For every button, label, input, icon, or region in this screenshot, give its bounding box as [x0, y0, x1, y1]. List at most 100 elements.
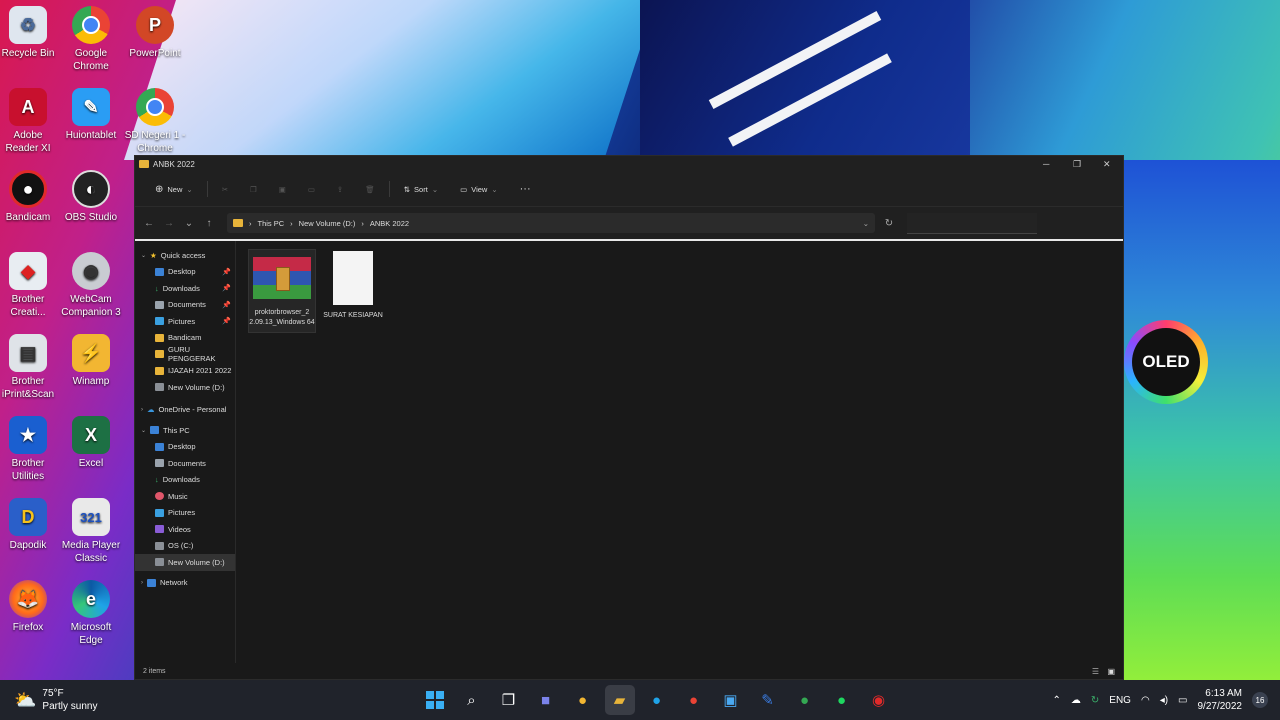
share-button[interactable]: ⇪	[329, 185, 351, 194]
nav-pc-pictures[interactable]: Pictures	[135, 505, 235, 522]
task-view-button[interactable]: ❐	[494, 685, 524, 715]
oled-badge: OLED	[1124, 320, 1208, 404]
desktop-icon-dapodik[interactable]: D Dapodik	[0, 498, 60, 552]
nav-pc-desktop[interactable]: Desktop	[135, 439, 235, 456]
minimize-icon[interactable]: ─	[1043, 159, 1049, 169]
nav-item-ijazah[interactable]: IJAZAH 2021 2022	[135, 363, 235, 380]
back-arrow-icon[interactable]: ←	[139, 218, 159, 229]
restore-icon[interactable]: ❐	[1073, 159, 1081, 170]
nav-item-new-volume[interactable]: New Volume (D:)	[135, 379, 235, 396]
show-hidden-icons-chevron-icon[interactable]: ⌃	[1053, 695, 1061, 706]
nav-pc-documents[interactable]: Documents	[135, 455, 235, 472]
nav-pc-music[interactable]: Music	[135, 488, 235, 505]
refresh-icon[interactable]: ↻	[879, 218, 899, 229]
desktop-icon-adobe-reader[interactable]: A Adobe Reader XI	[0, 88, 60, 155]
notification-badge[interactable]: 16	[1252, 692, 1268, 708]
details-view-icon[interactable]: ☰	[1092, 667, 1099, 676]
taskbar-chrome[interactable]: ●	[679, 685, 709, 715]
address-bar[interactable]: › This PC › New Volume (D:) › ANBK 2022 …	[227, 213, 875, 233]
onedrive-tray-icon[interactable]: ☁	[1071, 695, 1081, 706]
view-button[interactable]: ▭ View ⌄	[452, 185, 506, 194]
taskbar-store[interactable]: ▣	[716, 685, 746, 715]
large-icons-view-icon[interactable]: ▣	[1107, 667, 1115, 676]
cut-button[interactable]: ✂	[214, 185, 236, 194]
recent-locations-chevron-icon[interactable]: ⌄	[179, 218, 199, 229]
start-button[interactable]	[420, 685, 450, 715]
breadcrumb-this-pc[interactable]: This PC	[258, 219, 285, 228]
taskbar-file-explorer[interactable]: ▰	[604, 685, 635, 715]
battery-icon[interactable]: ▭	[1178, 695, 1187, 706]
nav-item-bandicam[interactable]: Bandicam	[135, 330, 235, 347]
nav-item-desktop[interactable]: Desktop 📌	[135, 264, 235, 281]
desktop-icon-chrome[interactable]: Google Chrome	[59, 6, 123, 73]
adobe-reader-icon: A	[9, 88, 47, 126]
desktop-icon-obs[interactable]: ◐ OBS Studio	[59, 170, 123, 224]
desktop-icon-webcam[interactable]: ◉ WebCam Companion 3	[59, 252, 123, 319]
desktop-icon	[155, 442, 164, 451]
store-icon: ▣	[723, 692, 738, 709]
language-indicator[interactable]: ENG	[1109, 695, 1131, 706]
taskbar-chrome-profile[interactable]: ●	[790, 685, 820, 715]
chat-button[interactable]: ■	[531, 685, 561, 715]
taskbar-bandicam[interactable]: ◉	[864, 685, 894, 715]
search-box[interactable]	[907, 212, 1037, 234]
nav-item-documents[interactable]: Documents 📌	[135, 297, 235, 314]
desktop-icon-firefox[interactable]: 🦊 Firefox	[0, 580, 60, 634]
nav-pc-new-volume[interactable]: New Volume (D:)	[135, 554, 235, 571]
taskbar-chrome-canary[interactable]: ●	[568, 685, 598, 715]
volume-icon[interactable]: ◂)	[1160, 695, 1168, 706]
desktop-icon-winamp[interactable]: ⚡ Winamp	[59, 334, 123, 388]
nav-item-pictures[interactable]: Pictures 📌	[135, 313, 235, 330]
desktop-icon-brother-utilities[interactable]: ★ Brother Utilities	[0, 416, 60, 483]
desktop-icon-huion[interactable]: ✎ Huiontablet	[59, 88, 123, 142]
desktop-icon-recycle-bin[interactable]: ♻ Recycle Bin	[0, 6, 60, 60]
forward-arrow-icon[interactable]: →	[159, 218, 179, 229]
nav-item-guru-penggerak[interactable]: GURU PENGGERAK	[135, 345, 235, 363]
taskbar-pen-app[interactable]: ✎	[753, 685, 783, 715]
desktop-icon-excel[interactable]: X Excel	[59, 416, 123, 470]
search-button[interactable]: ⌕	[457, 685, 487, 715]
up-arrow-icon[interactable]: ↑	[199, 218, 219, 229]
taskbar-spotify[interactable]: ●	[827, 685, 857, 715]
desktop-icon-media-player[interactable]: 321 Media Player Classic	[59, 498, 123, 565]
desktop-icon-bandicam[interactable]: ● Bandicam	[0, 170, 60, 224]
nav-onedrive[interactable]: › ☁ OneDrive - Personal	[135, 402, 235, 419]
desktop-icon-edge[interactable]: e Microsoft Edge	[59, 580, 123, 647]
nav-network[interactable]: › Network	[135, 575, 235, 592]
copy-icon: ❐	[250, 184, 257, 194]
chevron-down-icon: ⌄	[186, 184, 193, 194]
nav-item-downloads[interactable]: ↓ Downloads 📌	[135, 280, 235, 297]
close-icon[interactable]: ✕	[1103, 159, 1111, 170]
window-titlebar[interactable]: ANBK 2022 ─ ❐ ✕	[135, 156, 1123, 172]
desktop-icon-brother-print[interactable]: ▤ Brother iPrint&Scan	[0, 334, 60, 401]
documents-icon	[155, 459, 164, 468]
taskbar-edge[interactable]: ●	[642, 685, 672, 715]
sync-icon[interactable]: ↻	[1091, 695, 1099, 706]
new-button[interactable]: ⊕ New ⌄	[147, 184, 201, 195]
breadcrumb-new-volume[interactable]: New Volume (D:)	[299, 219, 356, 228]
rename-button[interactable]: ▭	[300, 185, 323, 194]
file-item-proktorbrowser[interactable]: proktorbrowser_2 2.09.13_Windows 64	[248, 249, 316, 333]
sort-button[interactable]: ⇅ Sort ⌄	[396, 185, 446, 194]
drive-icon	[155, 558, 164, 567]
nav-quick-access[interactable]: ⌄ ★ Quick access	[135, 247, 235, 264]
address-dropdown-chevron-icon[interactable]: ⌄	[863, 219, 869, 228]
obs-icon: ◐	[72, 170, 110, 208]
wifi-icon[interactable]: ◠	[1141, 695, 1150, 706]
desktop-icon-powerpoint[interactable]: P PowerPoint	[123, 6, 187, 60]
nav-pc-downloads[interactable]: ↓ Downloads	[135, 472, 235, 489]
desktop-icon-sd-negeri-chrome[interactable]: SD Negeri 1 - Chrome	[123, 88, 187, 155]
copy-button[interactable]: ❐	[242, 185, 265, 194]
clock[interactable]: 6:13 AM 9/27/2022	[1198, 687, 1243, 713]
file-item-surat-kesiapan[interactable]: SURAT KESIAPAN	[320, 249, 386, 321]
folder-icon	[155, 366, 164, 375]
delete-button[interactable]: 🗑	[357, 185, 383, 194]
paste-button[interactable]: ▣	[271, 185, 294, 194]
desktop-icon-brother-creative[interactable]: ◆ Brother Creati...	[0, 252, 60, 319]
breadcrumb-current-folder[interactable]: ANBK 2022	[370, 219, 409, 228]
more-options-button[interactable]: ···	[512, 183, 539, 195]
nav-this-pc[interactable]: ⌄ This PC	[135, 422, 235, 439]
nav-pc-videos[interactable]: Videos	[135, 521, 235, 538]
weather-widget[interactable]: ⛅ 75°F Partly sunny	[0, 687, 404, 713]
nav-pc-os-c[interactable]: OS (C:)	[135, 538, 235, 555]
